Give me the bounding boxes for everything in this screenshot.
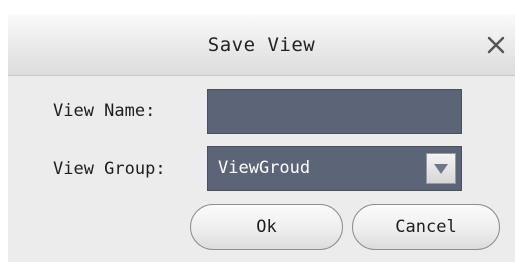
cancel-button[interactable]: Cancel: [352, 204, 500, 250]
close-button[interactable]: [481, 30, 511, 60]
view-group-value: ViewGroud: [218, 158, 311, 178]
view-name-input[interactable]: [207, 89, 462, 134]
view-group-label: View Group:: [53, 159, 166, 179]
title-bar: Save View: [8, 14, 515, 76]
save-view-dialog: Save View View Name: View Group: ViewGro…: [0, 0, 515, 262]
view-group-select[interactable]: ViewGroud: [207, 146, 462, 191]
chevron-down-icon: [434, 164, 448, 174]
dropdown-button[interactable]: [426, 153, 456, 184]
close-icon: [487, 36, 505, 54]
dialog-title: Save View: [207, 34, 316, 56]
ok-button[interactable]: Ok: [190, 204, 343, 250]
view-name-label: View Name:: [53, 101, 156, 121]
